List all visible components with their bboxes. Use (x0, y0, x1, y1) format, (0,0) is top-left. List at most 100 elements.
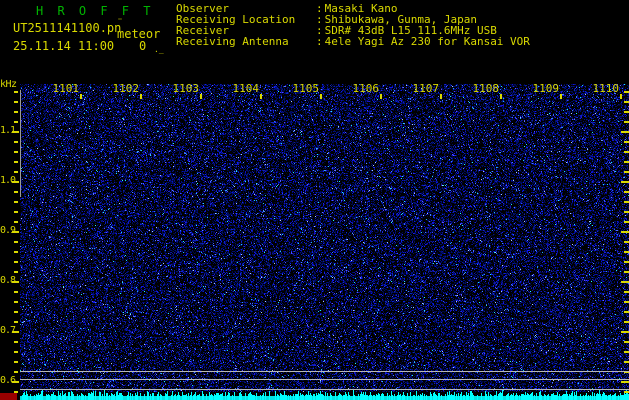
y-axis-tick (14, 111, 18, 113)
filename: UT2511141100.pn (13, 21, 121, 35)
y-axis-tick (624, 211, 629, 213)
x-axis-label: 1106 (351, 82, 379, 95)
y-axis-tick (624, 151, 629, 153)
y-axis-tick (12, 331, 19, 333)
x-axis-label: 1101 (51, 82, 79, 95)
x-axis-label: 1107 (411, 82, 439, 95)
y-axis-tick (14, 311, 18, 313)
hrofft-window: H R O F F T UT2511141100.pn ¨ meteor 25.… (0, 0, 629, 400)
y-axis-tick (624, 221, 629, 223)
y-axis-tick (624, 361, 629, 363)
x-axis-tick (380, 94, 382, 99)
y-axis-tick (14, 261, 18, 263)
y-axis-tick (621, 281, 629, 283)
x-axis-label: 1105 (291, 82, 319, 95)
y-axis-tick (12, 131, 19, 133)
y-axis-tick (624, 111, 629, 113)
y-axis-tick (12, 281, 19, 283)
y-axis-tick (624, 261, 629, 263)
y-axis-tick (14, 221, 18, 223)
y-axis-tick (624, 311, 629, 313)
y-axis-tick (624, 341, 629, 343)
y-axis-tick (14, 141, 18, 143)
x-axis-tick (560, 94, 562, 99)
y-axis-tick (624, 241, 629, 243)
y-axis-tick (12, 231, 19, 233)
y-axis-tick (14, 251, 18, 253)
carrier-line (20, 371, 629, 372)
y-axis-tick (624, 291, 629, 293)
y-axis-tick (14, 101, 18, 103)
y-axis-tick (14, 191, 18, 193)
x-axis-tick (500, 94, 502, 99)
info-label: Receiving Antenna (176, 36, 316, 47)
info-row-antenna: Receiving Antenna:4ele Yagi Az 230 for K… (176, 36, 530, 47)
y-axis-tick (621, 131, 629, 133)
y-axis-tick (621, 381, 629, 383)
y-axis-tick (14, 351, 18, 353)
y-axis-tick (624, 271, 629, 273)
x-axis-tick (320, 94, 322, 99)
y-axis-tick (621, 181, 629, 183)
x-axis-tick (260, 94, 262, 99)
app-title: H R O F F T (36, 4, 154, 18)
info-value: 4ele Yagi Az 230 for Kansai VOR (325, 35, 530, 48)
y-axis-tick (14, 201, 18, 203)
y-axis-tick (14, 321, 18, 323)
x-axis-tick (440, 94, 442, 99)
x-axis-label: 1103 (171, 82, 199, 95)
x-axis-label: 1108 (471, 82, 499, 95)
y-axis-tick (624, 201, 629, 203)
carrier-line (20, 379, 629, 380)
calibration-marker (0, 393, 17, 400)
x-axis-tick (80, 94, 82, 99)
y-axis-tick (624, 161, 629, 163)
y-axis-tick (624, 121, 629, 123)
y-axis-tick (14, 171, 18, 173)
y-axis-tick (624, 251, 629, 253)
y-axis-tick (14, 161, 18, 163)
y-axis-tick (624, 101, 629, 103)
x-axis-tick (620, 94, 622, 99)
y-axis-unit-label: kHz (0, 79, 17, 90)
y-axis-tick (624, 301, 629, 303)
y-axis-tick (12, 381, 19, 383)
spectrogram-canvas (20, 84, 629, 392)
y-axis-tick (624, 171, 629, 173)
y-axis-tick (14, 91, 18, 93)
timestamp: 25.11.14 11:00 (13, 39, 114, 53)
y-axis-tick (14, 211, 18, 213)
left-axis-line (20, 90, 21, 197)
x-axis-label: 1102 (111, 82, 139, 95)
x-axis-label: 1104 (231, 82, 259, 95)
y-axis-tick (624, 351, 629, 353)
y-axis-tick (14, 151, 18, 153)
x-axis-tick (200, 94, 202, 99)
y-axis-tick (621, 231, 629, 233)
x-axis-label: 1110 (591, 82, 619, 95)
y-axis-tick (621, 331, 629, 333)
x-axis-label: 1109 (531, 82, 559, 95)
carrier-line (20, 389, 629, 390)
x-axis-tick (140, 94, 142, 99)
y-axis-tick (624, 321, 629, 323)
y-axis-tick (14, 241, 18, 243)
y-axis-tick (624, 391, 629, 393)
echo-count-suffix: ._ (154, 45, 164, 54)
y-axis-tick (14, 301, 18, 303)
y-axis-tick (14, 391, 18, 393)
y-axis-tick (14, 341, 18, 343)
echo-count: 0 (139, 39, 146, 53)
y-axis-tick (14, 371, 18, 373)
level-strip-canvas (20, 390, 629, 400)
colon: : (316, 35, 323, 48)
y-axis-tick (14, 271, 18, 273)
station-info: Observer: Masaki Kano Receiving Location:… (176, 3, 530, 47)
y-axis-tick (14, 121, 18, 123)
y-axis-tick (14, 361, 18, 363)
y-axis-tick (624, 141, 629, 143)
y-axis-tick (14, 291, 18, 293)
y-axis-tick (12, 181, 19, 183)
y-axis-tick (624, 191, 629, 193)
y-axis-tick (624, 91, 629, 93)
